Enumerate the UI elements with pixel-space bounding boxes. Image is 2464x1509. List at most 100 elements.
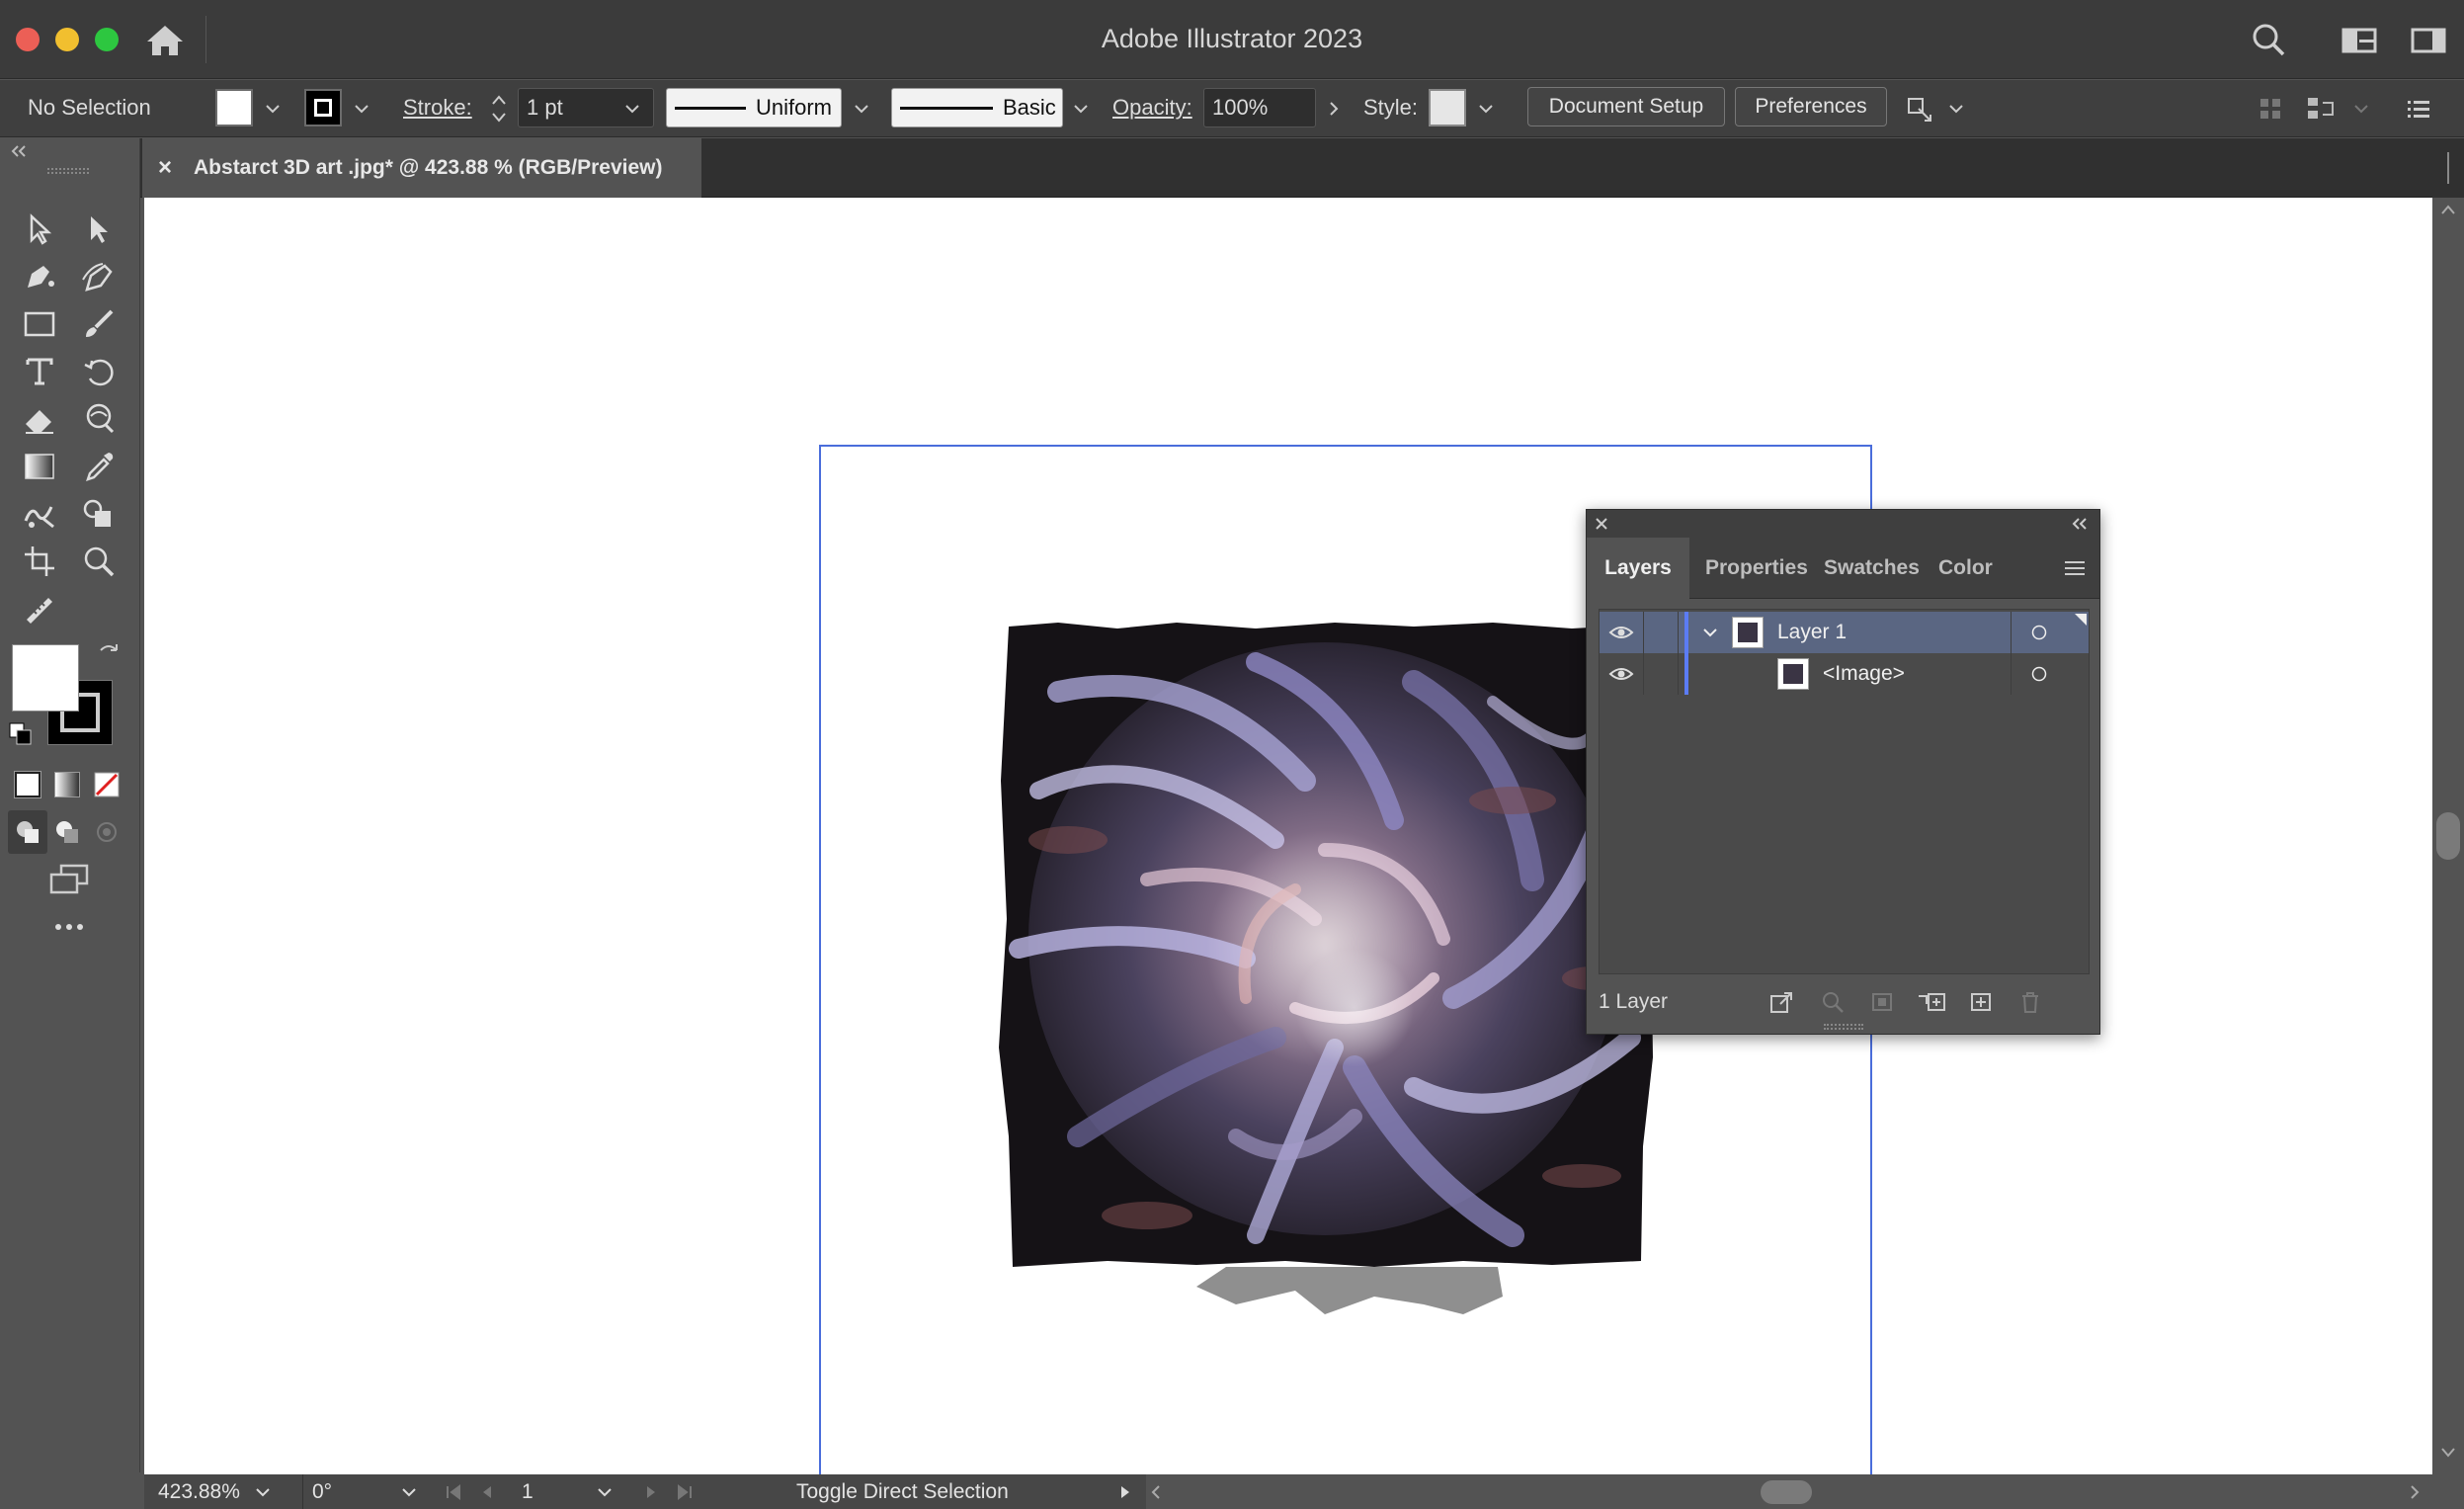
zoom-field[interactable]: 423.88% [158, 1474, 240, 1509]
draw-behind-icon[interactable] [47, 810, 87, 854]
status-text[interactable]: Toggle Direct Selection [796, 1474, 1009, 1509]
draw-inside-icon[interactable] [87, 810, 126, 854]
visibility-eye-icon[interactable] [1605, 653, 1637, 695]
pen-tool-icon[interactable] [16, 255, 63, 298]
collapse-toolbar-icon[interactable] [10, 142, 28, 163]
paintbrush-tool-icon[interactable] [75, 302, 123, 346]
shape-builder-tool-icon[interactable] [75, 492, 123, 536]
layer-row[interactable]: <Image> [1600, 653, 2089, 695]
profile-dropdown[interactable] [848, 80, 875, 137]
eyedropper-tool-icon[interactable] [75, 445, 123, 488]
tab-layers[interactable]: Layers [1587, 538, 1689, 599]
stroke-label[interactable]: Stroke: [403, 86, 472, 129]
opacity-field[interactable]: 100% [1203, 88, 1316, 127]
vertical-scroll-thumb[interactable] [2436, 812, 2460, 860]
target-circle-icon[interactable] [2030, 653, 2048, 695]
next-artboard-icon[interactable] [644, 1474, 658, 1509]
rotate-tool-icon[interactable] [75, 350, 123, 393]
opacity-label[interactable]: Opacity: [1112, 86, 1192, 129]
image-name[interactable]: <Image> [1823, 653, 1905, 695]
search-icon[interactable] [2247, 20, 2290, 59]
scroll-left-icon[interactable] [1150, 1484, 1162, 1500]
horizontal-scroll-thumb[interactable] [1761, 1480, 1812, 1504]
align-dropdown[interactable] [2347, 80, 2375, 137]
close-panel-icon[interactable] [1595, 517, 1608, 531]
scroll-up-icon[interactable] [2440, 204, 2456, 215]
change-screen-mode-icon[interactable] [45, 858, 93, 901]
document-tab[interactable]: × Abstarct 3D art .jpg* @ 423.88 % (RGB/… [142, 138, 701, 198]
shaper-tool-icon[interactable] [16, 492, 63, 536]
fill-color-front[interactable] [12, 644, 79, 712]
panels-toggle-icon[interactable] [2407, 20, 2450, 59]
none-mode-icon[interactable] [87, 763, 126, 806]
graphic-style-swatch[interactable] [1429, 89, 1466, 126]
tab-swatches[interactable]: Swatches [1824, 538, 1920, 599]
rectangle-tool-icon[interactable] [16, 302, 63, 346]
scroll-right-icon[interactable] [2409, 1484, 2421, 1500]
style-dropdown[interactable] [1472, 80, 1500, 137]
tab-properties[interactable]: Properties [1705, 538, 1808, 599]
new-layer-icon[interactable] [1968, 990, 1994, 1014]
zoom-tool-icon[interactable] [75, 540, 123, 583]
edit-toolbar-icon[interactable] [16, 587, 63, 630]
horizontal-scrollbar[interactable] [1146, 1474, 2464, 1509]
lock-toggle[interactable] [1643, 653, 1679, 695]
brush-dropdown[interactable] [1067, 80, 1095, 137]
default-fill-stroke-icon[interactable] [8, 721, 34, 752]
tab-color[interactable]: Color [1938, 538, 1993, 599]
align-icon[interactable] [2302, 80, 2341, 137]
control-bar-menu-icon[interactable] [2401, 80, 2436, 137]
artboard-dropdown[interactable] [597, 1474, 613, 1509]
panel-resize-grip[interactable] [1824, 1024, 1863, 1030]
warp-tool-icon[interactable] [75, 397, 123, 441]
gradient-mode-icon[interactable] [47, 763, 87, 806]
clipping-mask-icon[interactable] [1869, 990, 1895, 1014]
fill-dropdown[interactable] [259, 80, 287, 137]
layer-row[interactable]: Layer 1 [1600, 612, 2089, 653]
export-icon[interactable] [1768, 990, 1794, 1014]
scroll-down-icon[interactable] [2440, 1447, 2456, 1459]
type-tool-icon[interactable] [16, 350, 63, 393]
previous-artboard-icon[interactable] [480, 1474, 494, 1509]
puppet-warp-dropdown[interactable] [1942, 80, 1970, 137]
target-circle-icon[interactable] [2030, 612, 2048, 653]
arrange-grid-icon[interactable] [2253, 80, 2288, 137]
swap-fill-stroke-icon[interactable] [97, 642, 121, 671]
last-artboard-icon[interactable] [676, 1474, 694, 1509]
dock-collapse-area[interactable] [2432, 138, 2464, 198]
visibility-eye-icon[interactable] [1605, 612, 1637, 653]
zoom-dropdown[interactable] [255, 1474, 271, 1509]
color-mode-icon[interactable] [8, 763, 47, 806]
direct-selection-tool-icon[interactable] [75, 208, 123, 251]
toolbar-grip[interactable] [47, 168, 89, 174]
new-sublayer-icon[interactable] [1917, 990, 1948, 1014]
rotation-dropdown[interactable] [401, 1474, 417, 1509]
variable-width-profile[interactable]: Uniform [666, 88, 842, 127]
layer-name[interactable]: Layer 1 [1777, 612, 1847, 653]
locate-object-icon[interactable] [1820, 990, 1846, 1014]
preferences-button[interactable]: Preferences [1735, 87, 1887, 126]
panel-menu-icon[interactable] [2063, 538, 2087, 599]
stroke-color-dropdown[interactable] [348, 80, 375, 137]
trash-icon[interactable] [2017, 990, 2043, 1014]
edit-toolbar-more-icon[interactable] [45, 905, 93, 949]
stroke-weight-stepper[interactable] [484, 80, 514, 137]
document-setup-button[interactable]: Document Setup [1527, 87, 1725, 126]
panel-header[interactable] [1587, 510, 2099, 538]
status-menu-arrow-icon[interactable] [1118, 1474, 1132, 1509]
opacity-arrow-icon[interactable] [1320, 80, 1348, 137]
stroke-swatch[interactable] [304, 89, 342, 126]
close-tab-icon[interactable]: × [158, 154, 172, 182]
fill-swatch[interactable] [215, 89, 253, 126]
lock-toggle[interactable] [1643, 612, 1679, 653]
expand-layer-icon[interactable] [1702, 612, 1718, 653]
draw-normal-icon[interactable] [8, 810, 47, 854]
puppet-warp-icon[interactable] [1903, 80, 1938, 137]
vertical-scrollbar[interactable] [2432, 198, 2464, 1474]
gradient-tool-icon[interactable] [16, 445, 63, 488]
collapse-panel-icon[interactable] [2071, 518, 2089, 530]
eraser-tool-icon[interactable] [16, 397, 63, 441]
selection-tool-icon[interactable] [16, 208, 63, 251]
first-artboard-icon[interactable] [445, 1474, 462, 1509]
artboard-tool-icon[interactable] [16, 540, 63, 583]
